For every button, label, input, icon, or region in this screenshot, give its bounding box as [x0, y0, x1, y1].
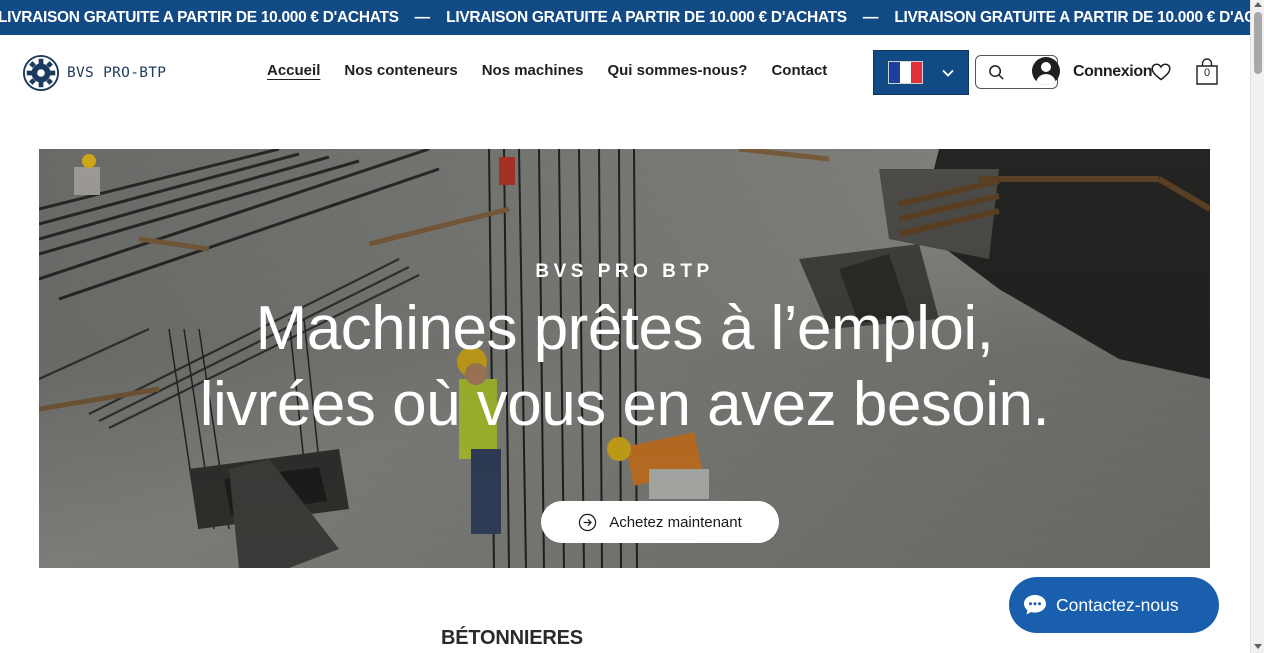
main-nav: Accueil Nos conteneurs Nos machines Qui …: [267, 62, 851, 79]
flag-white-stripe: [900, 62, 911, 83]
login-link[interactable]: Connexion: [1073, 63, 1152, 81]
arrow-circle-right-icon: [579, 513, 597, 531]
contact-chat-button[interactable]: Contactez-nous: [1009, 577, 1219, 633]
announcement-separator: —: [862, 8, 879, 26]
nav-item-qui-sommes-nous[interactable]: Qui sommes-nous?: [607, 62, 747, 79]
avatar-head: [1041, 62, 1051, 72]
heart-icon[interactable]: [1151, 63, 1171, 81]
announcement-track: LIVRAISON GRATUITE A PARTIR DE 10.000 € …: [0, 0, 1250, 35]
announcement-text: LIVRAISON GRATUITE A PARTIR DE 10.000 € …: [0, 8, 399, 26]
scroll-down-arrow-icon[interactable]: [1254, 644, 1262, 649]
announcement-text: LIVRAISON GRATUITE A PARTIR DE 10.000 € …: [894, 8, 1250, 26]
shop-now-button[interactable]: Achetez maintenant: [541, 501, 779, 543]
avatar-body: [1036, 74, 1056, 85]
gear-logo-icon: [22, 54, 60, 92]
scroll-up-arrow-icon[interactable]: [1254, 2, 1262, 7]
chevron-down-icon: [942, 69, 954, 77]
language-selector[interactable]: [873, 50, 969, 95]
chat-bubble-icon: [1024, 595, 1046, 615]
france-flag-icon: [888, 61, 923, 84]
site-header: BVS PRO-BTP Accueil Nos conteneurs Nos m…: [0, 35, 1250, 110]
page-scrollbar[interactable]: [1250, 0, 1264, 653]
section-title: BÉTONNIERES: [441, 627, 583, 649]
nav-item-nos-machines[interactable]: Nos machines: [482, 62, 584, 79]
hero-title-line-1: Machines prêtes à l’emploi,: [255, 294, 994, 363]
flag-red-stripe: [911, 62, 922, 83]
announcement-separator: —: [414, 8, 431, 26]
scrollbar-thumb[interactable]: [1254, 12, 1262, 74]
hero-banner: BVS PRO BTP Machines prêtes à l’emploi, …: [39, 149, 1210, 568]
hero-title-line-2: livrées où vous en avez besoin.: [199, 370, 1050, 439]
shop-now-label: Achetez maintenant: [609, 513, 742, 531]
nav-item-nos-conteneurs[interactable]: Nos conteneurs: [344, 62, 457, 79]
announcement-text: LIVRAISON GRATUITE A PARTIR DE 10.000 € …: [446, 8, 847, 26]
announcement-bar: LIVRAISON GRATUITE A PARTIR DE 10.000 € …: [0, 0, 1250, 35]
nav-item-accueil[interactable]: Accueil: [267, 62, 320, 79]
user-avatar-icon[interactable]: [1032, 57, 1060, 85]
flag-blue-stripe: [889, 62, 900, 83]
chat-label: Contactez-nous: [1056, 594, 1179, 615]
cart-count: 0: [1203, 67, 1211, 79]
site-logo[interactable]: BVS PRO-BTP: [22, 54, 166, 92]
hero-kicker: BVS PRO BTP: [535, 261, 714, 282]
hero-title: Machines prêtes à l’emploi, livrées où v…: [39, 291, 1210, 443]
search-icon[interactable]: [988, 64, 1005, 81]
logo-text: BVS PRO-BTP: [67, 65, 167, 81]
nav-item-contact[interactable]: Contact: [771, 62, 827, 79]
